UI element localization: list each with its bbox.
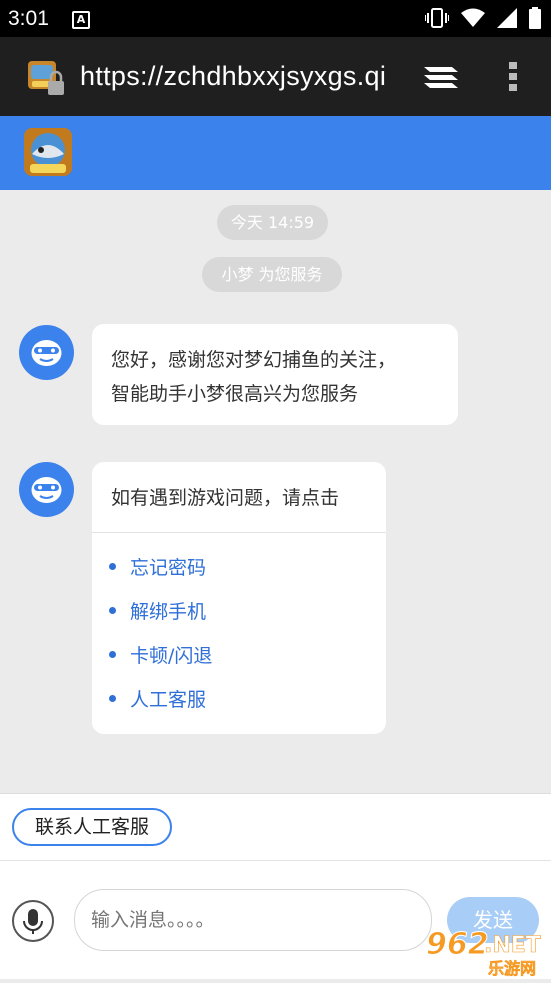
greeting-line-2: 智能助手小梦很高兴为您服务 [111,383,359,405]
greeting-line-1: 您好，感谢您对梦幻捕鱼的关注， [111,349,397,371]
footer-divider [0,860,551,861]
watermark-cn: 乐游网 [488,959,536,978]
battery-icon [529,7,541,29]
faq-link-label: 人工客服 [130,688,207,711]
footer-divider [0,793,551,794]
robot-face-icon [31,340,62,366]
faq-link-label: 忘记密码 [130,556,207,579]
faq-link-lag-crash[interactable]: 卡顿/闪退 [109,639,212,669]
robot-face-icon [31,477,62,503]
faq-bubble: 如有遇到游戏问题，请点击 忘记密码 解绑手机 卡顿/闪退 人工客服 [92,462,386,734]
bot-avatar [19,462,74,517]
tabs-icon[interactable] [422,63,460,91]
vibrate-icon [425,8,449,28]
site-watermark-logo: 962 .NET 乐游网 [418,920,551,979]
service-chip: 小梦 为您服务 [202,257,342,292]
faq-link-forgot-password[interactable]: 忘记密码 [109,551,206,581]
status-time: 3:01 [8,7,49,30]
faq-link-unbind-phone[interactable]: 解绑手机 [109,595,206,625]
bot-avatar [19,325,74,380]
faq-divider [92,532,386,533]
overflow-menu-icon[interactable] [508,61,518,93]
game-logo [24,128,72,176]
voice-input-button[interactable] [12,900,54,942]
greeting-bubble: 您好，感谢您对梦幻捕鱼的关注， 智能助手小梦很高兴为您服务 [92,324,458,425]
message-input[interactable] [74,889,432,951]
faq-link-label: 卡顿/闪退 [130,644,213,667]
accessibility-a-icon: A [72,11,90,29]
contact-human-button[interactable]: 联系人工客服 [12,808,172,846]
bullet-dot [109,562,116,570]
status-bar: 3:01 A [0,0,551,37]
site-favicon-lock-icon [26,61,66,97]
app-header [0,116,551,190]
bullet-dot [109,606,116,614]
faq-link-human-service[interactable]: 人工客服 [109,683,206,713]
microphone-icon [23,909,43,934]
browser-url-bar: https://zchdhbxxjsyxgs.qi [0,37,551,116]
status-icons [425,7,541,29]
bullet-dot [109,650,116,658]
url-text[interactable]: https://zchdhbxxjsyxgs.qi [80,61,386,92]
watermark-962: 962 [426,927,489,962]
faq-link-label: 解绑手机 [130,600,207,623]
timestamp-chip: 今天 14:59 [217,205,328,240]
watermark-net: .NET [484,933,541,958]
faq-question: 如有遇到游戏问题，请点击 [111,487,340,509]
bullet-dot [109,694,116,702]
wifi-icon [461,8,485,27]
signal-icon [497,8,517,28]
